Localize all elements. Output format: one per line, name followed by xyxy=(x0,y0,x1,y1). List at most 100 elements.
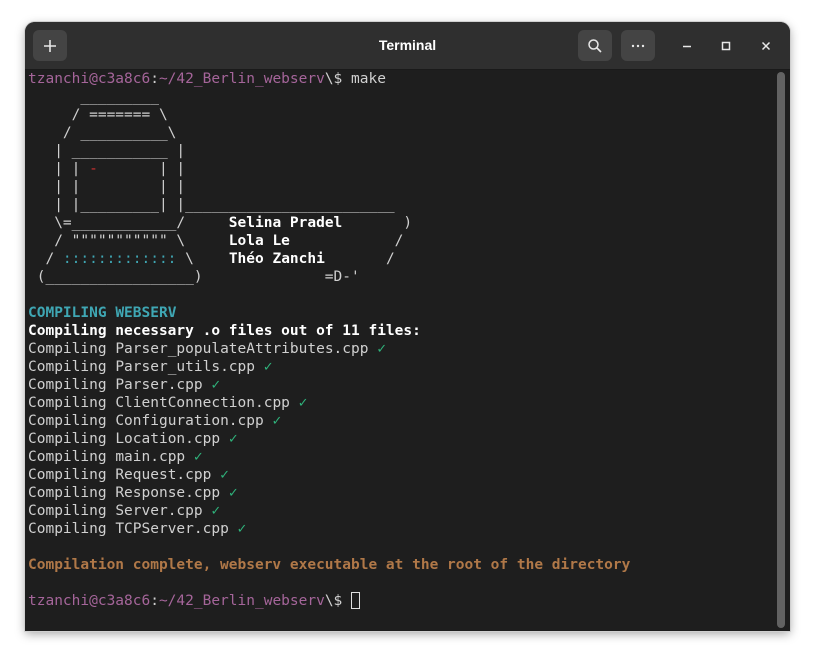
author-name: Selina Pradel xyxy=(228,215,343,231)
file-name: Server.cpp xyxy=(115,503,203,519)
compile-row: Compiling Parser.cpp ✓ xyxy=(28,376,220,394)
banner-frame: ) xyxy=(342,215,413,231)
file-name: Location.cpp xyxy=(115,431,221,447)
banner-line: / ======= \ xyxy=(28,107,168,123)
compile-row: Compiling Server.cpp ✓ xyxy=(28,502,220,520)
banner-keyboard: ::::::::::::: xyxy=(62,251,177,267)
compile-prefix: Compiling xyxy=(28,395,107,411)
banner-frame: | | xyxy=(28,161,90,177)
compile-prefix: Compiling xyxy=(28,449,107,465)
prompt-separator: : xyxy=(150,71,159,87)
terminal-output[interactable]: tzanchi@c3a8c6:~/42_Berlin_webserv\$ mak… xyxy=(28,70,773,630)
checkmark-icon: ✓ xyxy=(272,413,282,429)
compile-prefix: Compiling xyxy=(28,341,107,357)
prompt-dollar: \$ xyxy=(324,71,352,87)
menu-button[interactable] xyxy=(621,30,655,61)
banner-line: / ::::::::::::: \ Théo Zanchi / xyxy=(28,250,395,268)
window-title: Terminal xyxy=(378,37,437,53)
banner-line: | | | | xyxy=(28,179,186,195)
ellipsis-icon xyxy=(631,44,645,47)
prompt-line: tzanchi@c3a8c6:~/42_Berlin_webserv\$ xyxy=(28,592,361,610)
search-button[interactable] xyxy=(578,30,612,61)
prompt-path: ~/42_Berlin_webserv xyxy=(158,593,325,609)
compile-row: Compiling Location.cpp ✓ xyxy=(28,430,238,448)
checkmark-icon: ✓ xyxy=(228,485,238,501)
compile-subheading: Compiling necessary .o files out of 11 f… xyxy=(28,323,421,339)
close-button[interactable] xyxy=(758,38,774,54)
checkmark-icon: ✓ xyxy=(220,467,229,483)
file-name: Parser.cpp xyxy=(115,377,203,393)
compile-prefix: Compiling xyxy=(28,377,107,393)
file-name: Parser_populateAttributes.cpp xyxy=(115,341,369,357)
banner-line: | ___________ | xyxy=(28,143,186,159)
plus-icon xyxy=(44,39,56,52)
heading-left: COMPILING xyxy=(28,305,107,321)
compile-prefix: Compiling xyxy=(28,359,107,375)
checkmark-icon: ✓ xyxy=(263,359,273,375)
compile-prefix: Compiling xyxy=(28,431,107,447)
checkmark-icon: ✓ xyxy=(211,503,221,519)
compile-row: Compiling Parser_populateAttributes.cpp … xyxy=(28,340,386,358)
compile-prefix: Compiling xyxy=(28,521,107,537)
maximize-icon xyxy=(721,41,731,51)
checkmark-icon: ✓ xyxy=(228,431,238,447)
file-name: Configuration.cpp xyxy=(115,413,264,429)
compile-row: Compiling ClientConnection.cpp ✓ xyxy=(28,394,307,412)
checkmark-icon: ✓ xyxy=(211,377,221,393)
banner-line: | | - | | xyxy=(28,160,185,178)
compile-prefix: Compiling xyxy=(28,467,107,483)
file-name: ClientConnection.cpp xyxy=(115,395,290,411)
banner-line: (_________________) =D-' xyxy=(28,269,360,285)
compile-row: Compiling Response.cpp ✓ xyxy=(28,484,238,502)
close-icon xyxy=(761,41,771,51)
scrollbar[interactable] xyxy=(777,72,785,628)
banner-line: _________ xyxy=(28,89,159,105)
checkmark-icon: ✓ xyxy=(298,395,308,411)
maximize-button[interactable] xyxy=(718,38,734,54)
search-icon xyxy=(588,38,602,53)
banner-frame: / """"""""""" \ xyxy=(28,233,229,249)
checkmark-icon: ✓ xyxy=(237,521,247,537)
banner-frame: \=____________/ xyxy=(28,215,229,231)
prompt-user-host: tzanchi@c3a8c6 xyxy=(28,593,151,609)
command-line: tzanchi@c3a8c6:~/42_Berlin_webserv\$ mak… xyxy=(28,70,386,88)
banner-line: \=____________/ Selina Pradel ) xyxy=(28,214,412,232)
minimize-button[interactable] xyxy=(679,38,695,54)
banner-line: / __________\ xyxy=(28,125,177,141)
compile-prefix: Compiling xyxy=(28,503,107,519)
compile-heading: COMPILING WEBSERV xyxy=(28,304,176,322)
checkmark-icon: ✓ xyxy=(377,341,386,357)
banner-frame: | | xyxy=(97,161,186,177)
text-cursor xyxy=(351,592,361,609)
prompt-dollar: \$ xyxy=(324,593,352,609)
complete-message: Compilation complete, webserv executable… xyxy=(28,557,631,573)
banner-line: / """"""""""" \ Lola Le / xyxy=(28,232,403,250)
compile-prefix: Compiling xyxy=(28,413,107,429)
file-name: TCPServer.cpp xyxy=(115,521,229,537)
banner-line: | |_________| |________________________ xyxy=(28,197,395,213)
terminal-window: Terminal tzanchi@c3a8c6:~/42_Berlin_webs… xyxy=(25,22,790,631)
banner-frame: / xyxy=(289,233,404,249)
compile-row: Compiling TCPServer.cpp ✓ xyxy=(28,520,246,538)
author-name: Lola Le xyxy=(228,233,290,249)
banner-frame: \ xyxy=(176,251,229,267)
heading-right: WEBSERV xyxy=(115,305,177,321)
compile-prefix: Compiling xyxy=(28,485,107,501)
prompt-user-host: tzanchi@c3a8c6 xyxy=(28,71,151,87)
file-name: main.cpp xyxy=(115,449,186,465)
minimize-icon xyxy=(683,45,691,48)
prompt-path: ~/42_Berlin_webserv xyxy=(158,71,325,87)
compile-row: Compiling Configuration.cpp ✓ xyxy=(28,412,281,430)
titlebar: Terminal xyxy=(25,22,790,70)
banner-frame: / xyxy=(324,251,395,267)
checkmark-icon: ✓ xyxy=(193,449,203,465)
banner-frame: / xyxy=(28,251,63,267)
prompt-separator: : xyxy=(150,593,159,609)
compile-row: Compiling Request.cpp ✓ xyxy=(28,466,229,484)
compile-row: Compiling Parser_utils.cpp ✓ xyxy=(28,358,272,376)
banner-screen-mark: - xyxy=(89,161,98,177)
compile-row: Compiling main.cpp ✓ xyxy=(28,448,203,466)
file-name: Request.cpp xyxy=(115,467,212,483)
file-name: Parser_utils.cpp xyxy=(115,359,255,375)
new-tab-button[interactable] xyxy=(33,30,67,61)
